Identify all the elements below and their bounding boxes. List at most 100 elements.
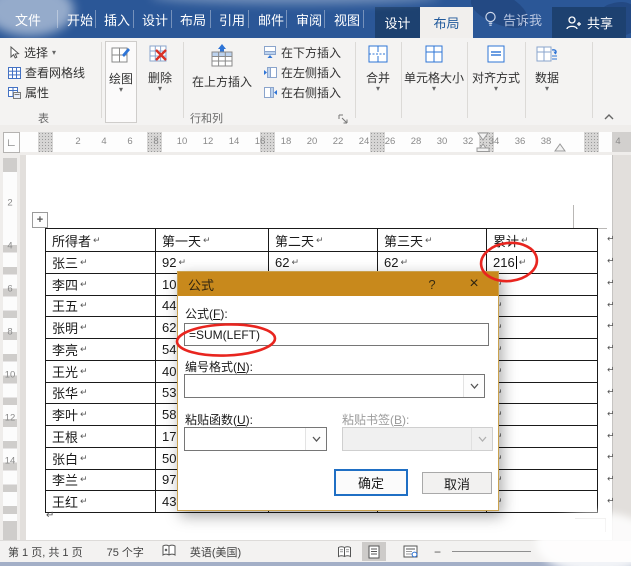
zoom-slider[interactable]: [452, 551, 531, 552]
group-separator: [467, 42, 468, 118]
total-cell-active[interactable]: 216↵: [487, 252, 598, 274]
delete-table-icon: [149, 44, 171, 67]
select-button[interactable]: 选择▾: [8, 44, 56, 61]
cursor-icon: [8, 46, 20, 59]
ruler-number: 14: [3, 456, 17, 467]
insert-above-icon: [209, 44, 235, 71]
table-cell[interactable]: 张华↵: [46, 383, 156, 405]
insert-above-button[interactable]: 在上方插入: [188, 41, 256, 121]
number-format-label: 编号格式(N):: [185, 358, 253, 375]
header-cell[interactable]: 第一天↵: [156, 229, 269, 252]
text-cursor: [516, 256, 517, 269]
table-cell[interactable]: 王五↵: [46, 296, 156, 318]
tab-table-tools-design[interactable]: 设计: [375, 7, 420, 38]
alignment-button[interactable]: 对齐方式 ▾: [470, 41, 522, 121]
table-cell[interactable]: ↵: [487, 426, 598, 448]
cell-end-mark: ↵: [80, 366, 88, 377]
cell-end-mark: ↵: [316, 235, 324, 246]
share-button[interactable]: 共享: [552, 7, 626, 38]
read-mode-icon[interactable]: [332, 542, 356, 561]
header-cell[interactable]: 所得者↵: [46, 229, 156, 252]
zoom-out-icon[interactable]: −: [434, 541, 441, 562]
table-cell[interactable]: ↵: [487, 296, 598, 318]
table-cell[interactable]: 李叶↵: [46, 404, 156, 426]
header-cell[interactable]: 第三天↵: [378, 229, 487, 252]
insert-left-button[interactable]: 在左侧插入: [264, 64, 341, 81]
cell-end-mark: ↵: [93, 235, 101, 246]
delete-button[interactable]: 删除 ▾: [142, 41, 178, 121]
table-cell[interactable]: ↵: [487, 404, 598, 426]
chevron-down-icon[interactable]: [305, 428, 326, 450]
ruler-number: 8: [3, 327, 17, 338]
header-cell[interactable]: 累计↵: [487, 229, 598, 252]
table-cell[interactable]: 王根↵: [46, 426, 156, 448]
table-cell[interactable]: 张白↵: [46, 448, 156, 470]
word-count-status[interactable]: 75 个字: [107, 544, 144, 560]
ruler-number: 2: [3, 198, 17, 209]
chevron-down-icon[interactable]: [463, 375, 484, 397]
table-cell[interactable]: 李亮↵: [46, 339, 156, 361]
cell-end-mark: ↵: [80, 279, 88, 290]
paste-bookmark-label: 粘贴书签(B):: [342, 411, 409, 428]
vertical-ruler-track: 2 4 6 8 10 12 14: [3, 158, 17, 540]
table-cell[interactable]: 王红↵: [46, 491, 156, 513]
table-cell[interactable]: 李四↵: [46, 274, 156, 296]
table-cell[interactable]: 张三↵: [46, 252, 156, 274]
table-cell[interactable]: ↵: [487, 361, 598, 383]
collapse-ribbon-icon[interactable]: [601, 110, 617, 124]
tab-insert-label: 插入: [104, 10, 130, 29]
table-cell[interactable]: 张明↵: [46, 317, 156, 339]
chevron-down-icon: ▾: [119, 87, 123, 93]
insert-right-button[interactable]: 在右侧插入: [264, 84, 341, 101]
dialog-launcher-icon[interactable]: [338, 112, 349, 123]
cancel-button[interactable]: 取消: [422, 472, 492, 494]
tell-me-box[interactable]: 告诉我: [484, 0, 542, 38]
language-status[interactable]: 英语(美国): [190, 544, 241, 560]
paste-bookmark-combobox: [342, 427, 493, 451]
proofing-status-icon[interactable]: [162, 544, 176, 560]
number-format-combobox[interactable]: [184, 374, 485, 398]
data-button[interactable]: 数据 ▾: [528, 41, 566, 121]
table-cell[interactable]: ↵: [487, 491, 598, 513]
tab-table-tools-layout-active[interactable]: 布局: [420, 7, 473, 38]
table-cell[interactable]: ↵: [487, 383, 598, 405]
tab-separator: [363, 10, 364, 28]
table-cell[interactable]: ↵: [487, 448, 598, 470]
web-layout-icon[interactable]: [398, 542, 422, 561]
tab-layout[interactable]: 布局: [171, 0, 215, 38]
header-cell[interactable]: 第二天↵: [269, 229, 378, 252]
row-end-mark: ↵: [607, 300, 615, 311]
group-separator: [525, 42, 526, 118]
table-cell[interactable]: ↵: [487, 317, 598, 339]
table-cell[interactable]: ↵: [487, 274, 598, 296]
insert-below-icon: [264, 46, 277, 59]
indent-markers[interactable]: [20, 132, 612, 152]
paste-function-combobox[interactable]: [184, 427, 327, 451]
properties-button[interactable]: 属性: [8, 84, 49, 101]
table-cell[interactable]: 李兰↵: [46, 470, 156, 492]
group-separator: [401, 42, 402, 118]
tab-stop-selector[interactable]: ∟: [3, 132, 20, 153]
draw-table-button[interactable]: 绘图 ▾: [105, 41, 137, 123]
table-cell[interactable]: 王光↵: [46, 361, 156, 383]
insert-below-button[interactable]: 在下方插入: [264, 44, 341, 61]
tab-view-label: 视图: [334, 10, 360, 29]
view-gridlines-button[interactable]: 查看网格线: [8, 64, 85, 81]
table-cell[interactable]: ↵: [487, 470, 598, 492]
table-move-handle[interactable]: +: [32, 212, 48, 228]
close-icon[interactable]: ×: [458, 272, 490, 296]
tab-file[interactable]: 文件: [6, 0, 50, 38]
cell-end-mark: ↵: [400, 257, 408, 268]
print-layout-icon[interactable]: [362, 542, 386, 561]
merge-button[interactable]: 合并 ▾: [358, 41, 398, 121]
ok-button[interactable]: 确定: [334, 469, 408, 496]
dialog-help-button[interactable]: ?: [420, 272, 444, 296]
window-bottom-edge: [0, 562, 631, 566]
row-end-mark: ↵: [607, 321, 615, 332]
table-cell[interactable]: ↵: [487, 339, 598, 361]
formula-input[interactable]: =SUM(LEFT): [184, 323, 489, 346]
chevron-down-icon: ▾: [52, 50, 56, 56]
dialog-titlebar[interactable]: 公式: [178, 272, 498, 296]
page-number-status[interactable]: 第 1 页, 共 1 页: [8, 544, 83, 560]
cell-size-button[interactable]: 单元格大小 ▾: [404, 41, 464, 121]
